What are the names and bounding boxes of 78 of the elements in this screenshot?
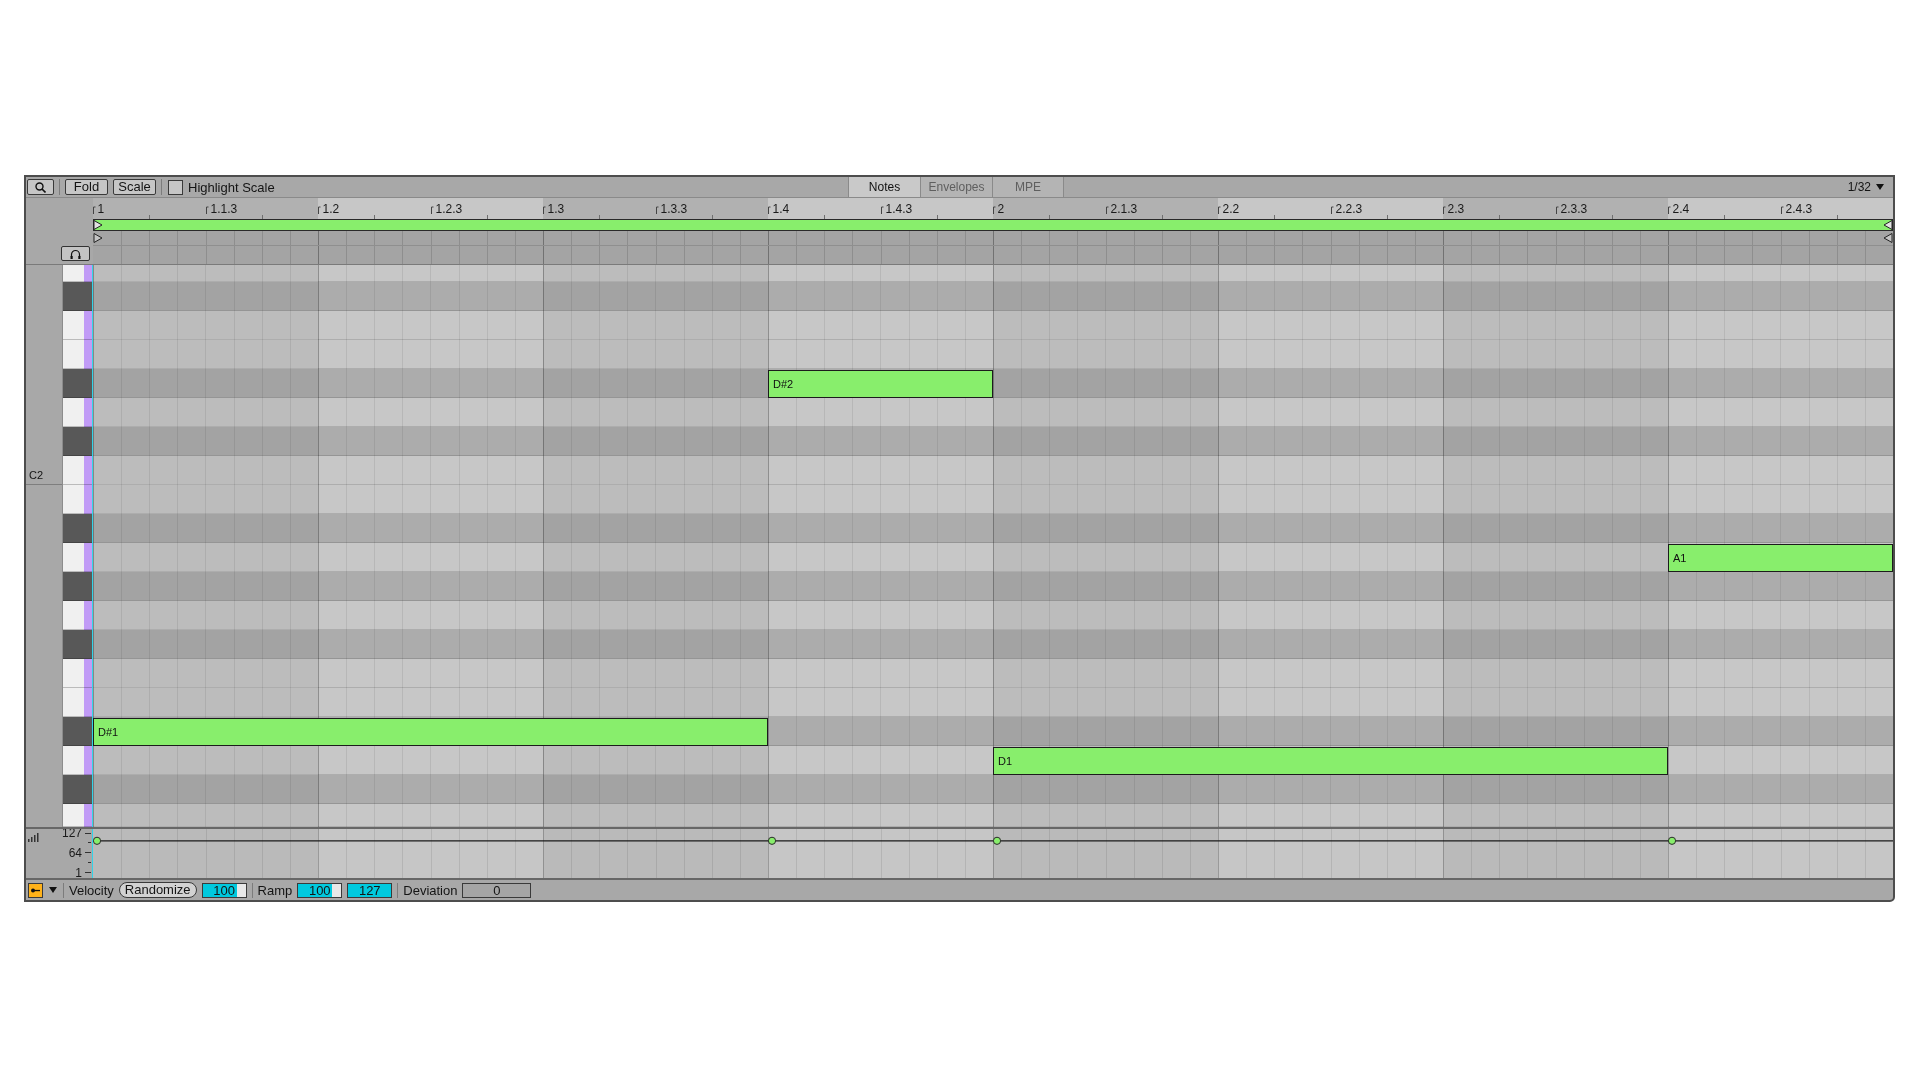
- ramp-label: Ramp: [257, 882, 293, 898]
- toolbar-button[interactable]: Fold: [65, 179, 108, 195]
- piano-key[interactable]: [63, 572, 92, 601]
- loop-start-triangle-icon[interactable]: [93, 220, 103, 230]
- ruler-label: 1.3.3: [660, 202, 688, 216]
- loop-end-triangle-icon[interactable]: [1883, 220, 1893, 230]
- piano-key[interactable]: [63, 543, 92, 572]
- highlight-scale-checkbox[interactable]: [168, 179, 183, 195]
- start-triangle-icon[interactable]: [93, 233, 103, 243]
- ruler-label: 2.2.3: [1335, 202, 1363, 216]
- velocity-marker[interactable]: [992, 836, 1002, 845]
- ruler-label: 2.2: [1222, 202, 1240, 216]
- caret-icon: [49, 887, 57, 893]
- velocity-lane[interactable]: [93, 829, 1893, 878]
- scale-label: 64: [68, 845, 82, 860]
- dot-line-icon: [31, 887, 40, 893]
- piano-key[interactable]: [63, 514, 92, 543]
- ruler-label: 1.3: [547, 202, 565, 216]
- ramp-field[interactable]: 100: [297, 882, 343, 898]
- ruler-label: 2.4.3: [1785, 202, 1813, 216]
- piano-key[interactable]: [63, 398, 92, 427]
- piano-key[interactable]: [63, 804, 92, 827]
- ruler-label: 2.1.3: [1110, 202, 1138, 216]
- ruler-label: 2.3.3: [1560, 202, 1588, 216]
- ruler-label: 1.1.3: [210, 202, 238, 216]
- piano-key[interactable]: [63, 340, 92, 369]
- deviation-label: Deviation: [403, 882, 458, 898]
- bars-icon: [28, 833, 39, 842]
- ruler-label: 1.2.3: [435, 202, 463, 216]
- piano-key[interactable]: [63, 427, 92, 456]
- piano-key[interactable]: [63, 282, 92, 311]
- note-block[interactable]: D1: [993, 747, 1668, 775]
- lane-toggle-button[interactable]: [28, 882, 43, 898]
- toolbar-button[interactable]: Scale: [113, 179, 156, 195]
- search-button[interactable]: [27, 179, 54, 195]
- velocity-marker[interactable]: [1667, 836, 1677, 845]
- scale-label: 1: [75, 865, 82, 878]
- piano-key[interactable]: [63, 485, 92, 514]
- ruler-label: 2: [997, 202, 1005, 216]
- velocity-field[interactable]: 100: [201, 882, 247, 898]
- view-tab[interactable]: Notes: [848, 177, 920, 197]
- piano-key[interactable]: [63, 311, 92, 340]
- piano-key[interactable]: [63, 717, 92, 746]
- ramp-field[interactable]: 127: [347, 882, 393, 898]
- search-icon: [35, 181, 46, 193]
- ruler-label: 1.2: [322, 202, 340, 216]
- piano-key[interactable]: [63, 369, 92, 398]
- piano-key[interactable]: [63, 775, 92, 804]
- ruler-label: 1: [97, 202, 105, 216]
- deviation-field[interactable]: 0: [462, 882, 532, 898]
- ruler-label: 2.3: [1447, 202, 1465, 216]
- loop-bar[interactable]: [93, 219, 1893, 231]
- piano-key[interactable]: [63, 601, 92, 630]
- ruler-label: 1.4: [772, 202, 790, 216]
- piano-key[interactable]: [63, 630, 92, 659]
- piano-key[interactable]: [63, 746, 92, 775]
- octave-label: C2: [29, 469, 44, 481]
- note-block[interactable]: A1: [1668, 544, 1893, 572]
- ruler-label: 1.4.3: [885, 202, 913, 216]
- piano-key[interactable]: [63, 659, 92, 688]
- headphones-icon: [70, 248, 81, 259]
- piano-key[interactable]: [63, 688, 92, 717]
- scale-label: 127: [61, 829, 82, 840]
- ruler-label: 2.4: [1672, 202, 1690, 216]
- timeline-ruler[interactable]: 1 1.1.3 1.2 1.2.3 1.3 1.3.3 1.4 1.4.3 2 2.1.3 2.2 2.2.3 2.3 2.3.3 2.4 2.4.3: [93, 198, 1893, 265]
- velocity-marker[interactable]: [767, 836, 777, 845]
- highlight-scale-label[interactable]: Highlight Scale: [188, 179, 275, 195]
- grid-size-menu[interactable]: 1/32: [1845, 180, 1886, 194]
- velocity-marker[interactable]: [93, 836, 102, 845]
- scale-ticks: [84, 833, 92, 873]
- note-block[interactable]: D#2: [768, 370, 993, 398]
- piano-key[interactable]: [63, 456, 92, 485]
- caret-icon: [1876, 184, 1884, 190]
- note-block[interactable]: D#1: [93, 718, 768, 746]
- velocity-label: Velocity: [69, 882, 114, 898]
- preview-button[interactable]: [61, 246, 90, 261]
- end-triangle-icon[interactable]: [1883, 233, 1893, 243]
- randomize-button[interactable]: Randomize: [118, 882, 197, 898]
